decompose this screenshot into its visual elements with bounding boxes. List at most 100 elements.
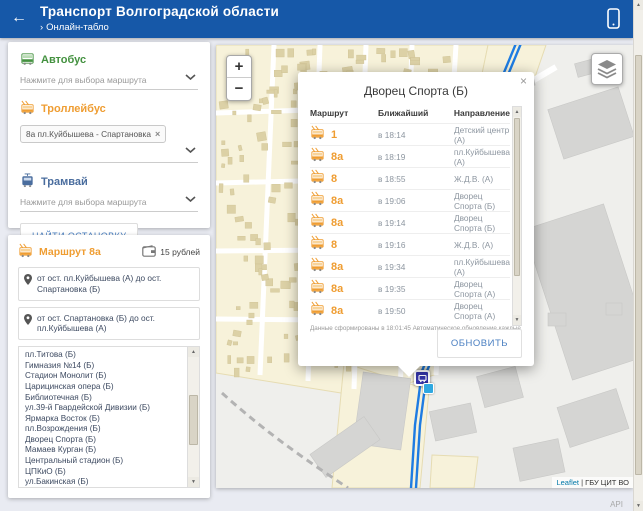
selected-route-chip-label: 8а пл.Куйбышева - Спартановка — [26, 129, 151, 139]
stops-list: пл.Титова (Б)Гимназия №14 (Б)Стадион Мон… — [18, 346, 200, 488]
timetable-row: 1 в 18:14 Детский центр (А) — [310, 123, 510, 145]
trolleybus-icon — [310, 191, 325, 211]
route-number: 8а — [331, 305, 343, 317]
route-card-title: Маршрут 8а — [39, 246, 101, 258]
stop-list-item[interactable]: Царицинская опера (Б) — [25, 382, 183, 393]
zoom-in-button[interactable]: + — [227, 56, 251, 78]
map-pin-icon — [24, 274, 32, 285]
popup-title: Дворец Спорта (Б) — [298, 84, 534, 98]
route-number: 8а — [331, 283, 343, 295]
stop-list-item[interactable]: Гимназия №14 (Б) — [25, 361, 183, 372]
trolleybus-icon — [310, 235, 325, 255]
close-icon[interactable]: × — [520, 74, 527, 88]
stop-list-item[interactable]: Дворец Спорта (Б) — [25, 435, 183, 446]
stops-list-scrollbar[interactable]: ▲ ▼ — [187, 347, 199, 487]
trolleybus-label: Троллейбус — [41, 103, 106, 115]
tram-label: Трамвай — [41, 176, 88, 188]
direction-label: Дворец Спорта (Б) — [454, 213, 510, 233]
scroll-down-icon[interactable]: ▼ — [188, 477, 199, 487]
api-link[interactable]: API — [610, 500, 623, 509]
attribution-provider: ГБУ ЦИТ ВО — [585, 478, 629, 487]
timetable-row: 8а в 18:19 пл.Куйбышева (А) — [310, 145, 510, 167]
direction-option-backward[interactable]: от ост. Спартановка (Б) до ост. пл.Куйбы… — [18, 307, 200, 341]
stop-list-item[interactable]: пл.Титова (Б) — [25, 350, 183, 361]
layers-icon — [597, 59, 617, 79]
scroll-down-icon[interactable]: ▼ — [634, 501, 643, 511]
arrival-time: в 19:50 — [378, 306, 454, 316]
arrival-time: в 19:14 — [378, 218, 454, 228]
timetable-row: 8а в 19:06 Дворец Спорта (Б) — [310, 189, 510, 211]
scroll-up-icon[interactable]: ▲ — [513, 107, 521, 117]
direction-backward-label: от ост. Спартановка (Б) до ост. пл.Куйбы… — [37, 313, 193, 335]
stop-list-item[interactable]: ул.Бакинская (Б) — [25, 477, 183, 488]
bus-route-select[interactable]: Нажмите для выбора маршрута — [20, 74, 198, 90]
page-scrollbar[interactable]: ▲ ▼ — [633, 0, 643, 511]
timetable-header: Маршрут Ближайший Направление — [310, 104, 510, 123]
chip-remove-icon[interactable]: × — [155, 129, 160, 139]
timetable-row: 8 в 19:16 Ж.Д.В. (А) — [310, 233, 510, 255]
stop-list-item[interactable]: ЦПКиО (Б) — [25, 467, 183, 478]
trolleybus-icon — [310, 279, 325, 299]
map-pin-icon — [24, 314, 32, 325]
stop-list-item[interactable]: Стадион Монолит (Б) — [25, 371, 183, 382]
scrollbar-thumb[interactable] — [514, 118, 520, 276]
chevron-down-icon — [185, 67, 196, 85]
map-container[interactable]: + − × Дворец Спорта (Б) Маршрут Ближайши… — [216, 45, 633, 488]
route-number: 1 — [331, 129, 337, 141]
timetable-rows: 1 в 18:14 Детский центр (А) 8а в 18:19 п… — [310, 123, 510, 321]
trolleybus-icon — [310, 125, 325, 145]
scroll-down-icon[interactable]: ▼ — [513, 315, 521, 325]
leaflet-link[interactable]: Leaflet — [556, 478, 579, 487]
refresh-button[interactable]: ОБНОВИТЬ — [437, 329, 522, 358]
direction-forward-label: от ост. пл.Куйбышева (А) до ост. Спартан… — [37, 273, 193, 295]
column-direction: Направление — [454, 108, 510, 118]
stop-list-item[interactable]: Центральный стадион (Б) — [25, 456, 183, 467]
stop-list-item[interactable]: Мамаев Курган (Б) — [25, 445, 183, 456]
scroll-up-icon[interactable]: ▲ — [188, 347, 199, 357]
bus-section-header: Автобус — [20, 51, 198, 69]
chevron-down-icon — [185, 189, 196, 207]
stops-list-items: пл.Титова (Б)Гимназия №14 (Б)Стадион Мон… — [25, 350, 183, 488]
stop-list-item[interactable]: Библиотечная (Б) — [25, 393, 183, 404]
trolleybus-icon — [310, 147, 325, 167]
back-arrow-icon[interactable]: ← — [11, 8, 27, 28]
route-number: 8а — [331, 151, 343, 163]
zoom-out-button[interactable]: − — [227, 78, 251, 100]
stop-list-item[interactable]: пл.Возрождения (Б) — [25, 424, 183, 435]
arrival-time: в 19:35 — [378, 284, 454, 294]
tram-route-select[interactable]: Нажмите для выбора маршрута — [20, 196, 198, 212]
direction-label: Ж.Д.В. (А) — [454, 240, 510, 250]
breadcrumb-chevron-icon: › — [40, 22, 43, 33]
map-layers-button[interactable] — [591, 53, 623, 85]
scrollbar-thumb[interactable] — [189, 395, 198, 445]
arrival-time: в 18:55 — [378, 174, 454, 184]
mobile-phone-icon[interactable] — [607, 8, 620, 34]
stop-marker-small[interactable] — [423, 383, 434, 394]
bus-route-placeholder: Нажмите для выбора маршрута — [20, 75, 146, 85]
stop-list-item[interactable]: Ярмарка Восток (Б) — [25, 414, 183, 425]
timetable-row: 8а в 19:14 Дворец Спорта (Б) — [310, 211, 510, 233]
direction-option-forward[interactable]: от ост. пл.Куйбышева (А) до ост. Спартан… — [18, 267, 200, 301]
direction-label: Дворец Спорта (А) — [454, 279, 510, 299]
breadcrumb-label: Онлайн-табло — [46, 22, 109, 33]
timetable-scrollbar[interactable]: ▲ ▼ — [512, 106, 522, 326]
scroll-up-icon[interactable]: ▲ — [634, 0, 643, 10]
arrival-time: в 19:34 — [378, 262, 454, 272]
selected-route-chip-row: 8а пл.Куйбышева - Спартановка × — [20, 124, 198, 143]
timetable-row: 8а в 19:50 Дворец Спорта (А) — [310, 299, 510, 321]
attribution-separator: | — [581, 478, 583, 487]
timetable-row: 8а в 19:35 Дворец Спорта (А) — [310, 277, 510, 299]
stop-list-item[interactable]: ул.39-й Гвардейской Дивизии (Б) — [25, 403, 183, 414]
trolleybus-route-select[interactable] — [20, 147, 198, 163]
route-number: 8а — [331, 217, 343, 229]
timetable-row: 8а в 19:34 пл.Куйбышева (А) — [310, 255, 510, 277]
bus-label: Автобус — [41, 54, 86, 66]
arrival-time: в 19:16 — [378, 240, 454, 250]
route-info-card: Маршрут 8а 15 рублей от ост. пл.Куйбышев… — [8, 235, 210, 498]
breadcrumb[interactable]: › Онлайн-табло — [40, 22, 279, 33]
trolleybus-icon — [310, 213, 325, 233]
scrollbar-thumb[interactable] — [635, 55, 642, 475]
direction-label: пл.Куйбышева (А) — [454, 147, 510, 167]
selected-route-chip[interactable]: 8а пл.Куйбышева - Спартановка × — [20, 125, 166, 143]
direction-label: Дворец Спорта (А) — [454, 301, 510, 321]
